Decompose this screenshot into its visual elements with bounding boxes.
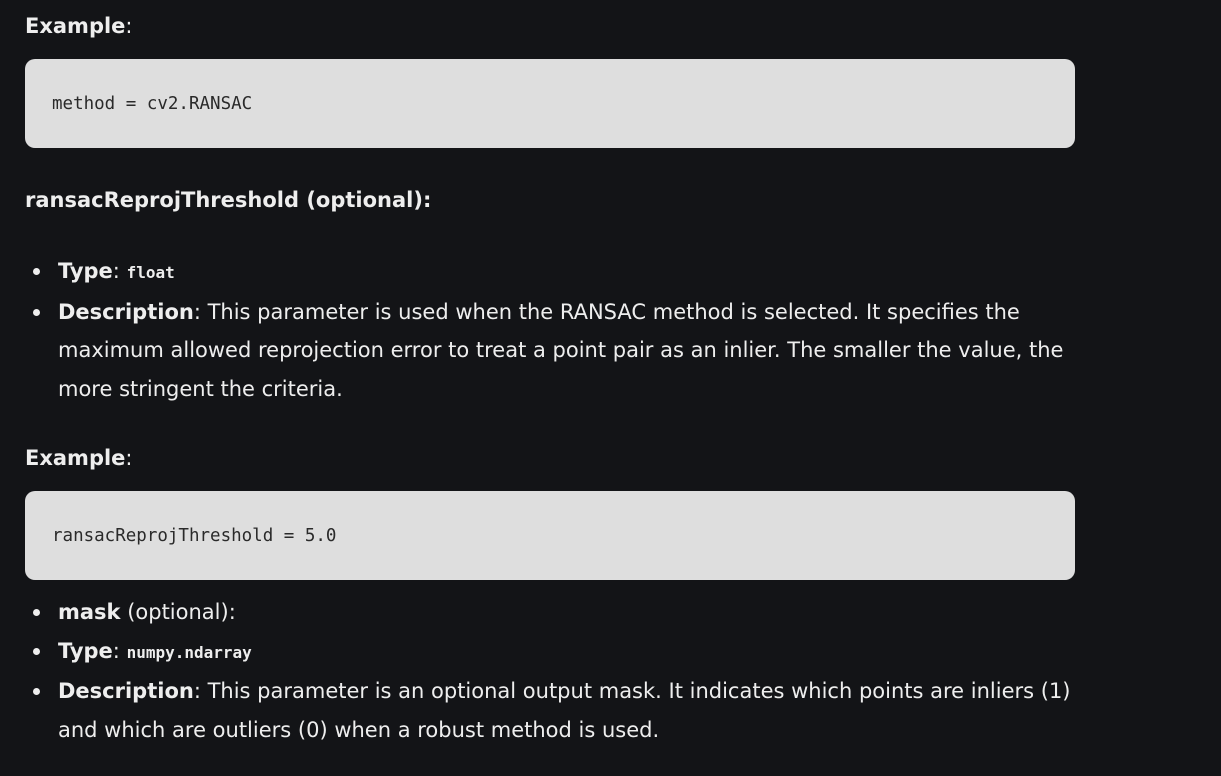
type-label: Type [58,638,113,663]
param-heading-ransac: ransacReprojThreshold (optional): [25,188,432,212]
list-item-description: Description: This parameter is used when… [25,293,1075,409]
example-label: Example [25,14,126,38]
list-item-type: Type: float [25,252,1075,293]
list-item-type: Type: numpy.ndarray [25,632,1075,673]
code-block-2[interactable]: ransacReprojThreshold = 5.0 [25,491,1075,580]
description-text: : This parameter is an optional output m… [58,679,1071,742]
example-colon: : [125,446,133,470]
mask-name: mask [58,600,121,624]
type-colon: : [112,259,127,283]
description-label: Description [58,679,194,703]
ransac-param-list: Type: float Description: This parameter … [25,252,1075,408]
example-heading-1: Example: [25,12,133,40]
description-label: Description [58,299,194,324]
list-item-description: Description: This parameter is an option… [25,672,1075,749]
example-label: Example [25,446,126,470]
example-colon: : [125,14,133,38]
code-text: method = cv2.RANSAC [52,93,253,114]
code-text: ransacReprojThreshold = 5.0 [52,525,337,546]
type-colon: : [112,638,127,663]
type-value: float [126,263,175,282]
type-label: Type [58,259,113,283]
code-block-1[interactable]: method = cv2.RANSAC [25,59,1075,148]
example-heading-2: Example: [25,444,133,472]
mask-param-list: mask (optional): Type: numpy.ndarray Des… [25,593,1075,749]
description-text: : This parameter is used when the RANSAC… [58,299,1064,401]
mask-suffix: (optional): [120,600,236,624]
type-value: numpy.ndarray [126,642,252,662]
list-item-mask: mask (optional): [25,593,1075,632]
